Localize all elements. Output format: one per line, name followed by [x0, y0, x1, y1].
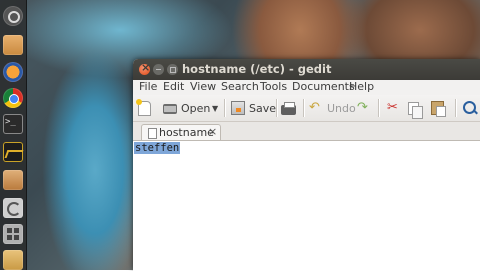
gedit-window: hostname (/etc) - gedit File Edit View S…	[133, 59, 480, 271]
document-icon	[148, 128, 157, 139]
open-label: Open	[181, 101, 211, 115]
files-icon[interactable]	[3, 35, 23, 55]
dash-icon[interactable]	[3, 6, 23, 26]
cut-button[interactable]: ✂	[387, 99, 401, 117]
menu-bar: File Edit View Search Tools Documents He…	[133, 80, 480, 94]
terminal-icon[interactable]	[3, 114, 23, 134]
menu-tools[interactable]: Tools	[260, 80, 287, 93]
toolbar-separator	[224, 99, 225, 117]
system-monitor-icon[interactable]	[3, 142, 23, 162]
printer-icon	[281, 102, 296, 115]
package-icon[interactable]	[3, 250, 23, 270]
selected-text[interactable]: steffen	[134, 142, 181, 154]
installer-icon[interactable]	[3, 170, 23, 190]
scissors-icon: ✂	[387, 100, 398, 115]
toolbar-separator	[276, 99, 277, 117]
window-maximize-button[interactable]	[167, 64, 178, 75]
menu-help[interactable]: Help	[349, 80, 374, 93]
copy-icon	[408, 101, 423, 119]
window-close-button[interactable]	[139, 61, 150, 75]
redo-icon: ↷	[357, 100, 368, 115]
window-minimize-button[interactable]	[153, 64, 164, 75]
workspace-switcher-icon[interactable]	[3, 224, 23, 244]
window-title: hostname (/etc) - gedit	[182, 62, 332, 76]
firefox-icon[interactable]	[3, 62, 23, 82]
paste-button[interactable]	[431, 99, 446, 117]
tab-label: hostname	[159, 126, 214, 139]
toolbar-separator	[378, 99, 379, 117]
undo-icon: ↶	[309, 100, 320, 115]
title-bar[interactable]: hostname (/etc) - gedit	[133, 59, 480, 80]
open-button[interactable]: Open	[163, 99, 210, 117]
toolbar-separator	[455, 99, 456, 117]
menu-file[interactable]: File	[139, 80, 157, 93]
tab-hostname[interactable]: hostname ×	[141, 124, 221, 141]
tab-close-icon[interactable]: ×	[208, 125, 217, 138]
toolbar: Open ▼ Save ↶ Undo ↷ ✂	[133, 95, 480, 122]
search-button[interactable]	[463, 99, 476, 117]
new-document-button[interactable]	[136, 98, 155, 117]
search-icon	[463, 100, 476, 114]
chrome-icon[interactable]	[3, 88, 23, 108]
copy-button[interactable]	[408, 99, 423, 119]
chevron-down-icon: ▼	[212, 103, 219, 113]
clipboard-icon	[431, 101, 446, 117]
text-editor-area[interactable]: steffen	[133, 140, 480, 271]
save-icon	[231, 101, 245, 115]
toolbar-separator	[303, 99, 304, 117]
open-recent-dropdown[interactable]: ▼	[212, 99, 218, 117]
redo-button[interactable]: ↷	[357, 99, 371, 117]
save-button[interactable]: Save	[231, 99, 276, 117]
folder-icon	[163, 104, 177, 114]
software-updater-icon[interactable]	[3, 198, 23, 218]
save-label: Save	[249, 101, 277, 115]
menu-documents[interactable]: Documents	[292, 80, 355, 93]
undo-button[interactable]: ↶ Undo	[309, 99, 356, 117]
menu-search[interactable]: Search	[221, 80, 259, 93]
new-document-icon	[136, 98, 151, 116]
menu-edit[interactable]: Edit	[163, 80, 184, 93]
launcher	[0, 0, 27, 270]
menu-view[interactable]: View	[190, 80, 216, 93]
tab-strip: hostname ×	[133, 122, 480, 141]
print-button[interactable]	[281, 99, 296, 117]
undo-label: Undo	[327, 101, 356, 115]
